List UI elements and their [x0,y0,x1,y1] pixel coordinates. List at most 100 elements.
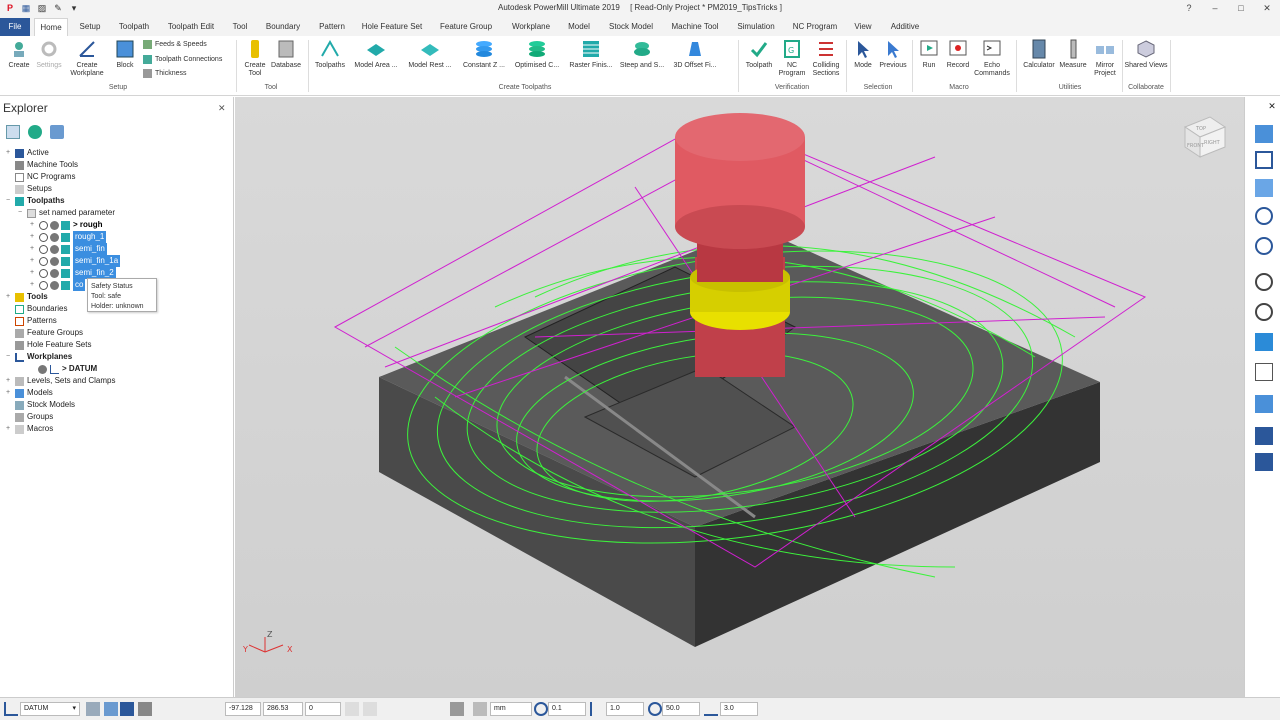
check-icon[interactable] [39,244,48,254]
colliding-sections-button[interactable]: Colliding Sections [806,38,846,78]
view-cube-icon[interactable] [1255,179,1273,197]
nc-program-verify-button[interactable]: G NC Program [774,38,810,78]
tree-node-folder[interactable]: − set named parameter [16,207,115,219]
tree-node-stock-models[interactable]: Stock Models [4,399,75,411]
create-tool-button[interactable]: Create Tool [238,38,272,78]
coord-z-field[interactable]: 0 [305,702,341,716]
workplane-tool-icon[interactable] [86,702,100,716]
tree-node-setups[interactable]: Setups [4,183,52,195]
tree-node-models[interactable]: + Models [4,387,53,399]
select-icon[interactable] [1255,427,1273,445]
check-icon[interactable] [39,256,48,266]
wireframe-icon[interactable] [1255,363,1273,381]
bulb-icon[interactable] [50,268,59,278]
transform-icon[interactable] [120,702,134,716]
close-button[interactable]: ✕ [1254,0,1280,16]
toolpath-verify-button[interactable]: Toolpath [740,38,778,70]
expand-icon[interactable]: + [28,231,36,243]
expand-icon[interactable]: + [28,255,36,267]
expand-icon[interactable]: + [28,219,36,231]
zoom-icon[interactable] [1255,207,1273,225]
mirror-project-button[interactable]: Mirror Project [1086,38,1124,78]
shaded-icon[interactable] [1255,333,1273,351]
zoom-in-icon[interactable] [1255,273,1273,291]
optimised-constant-z-button[interactable]: Optimised C... [510,38,564,70]
tree-node-toolpaths[interactable]: − Toolpaths [4,195,65,207]
database-button[interactable]: Database [268,38,304,70]
view-cube[interactable]: TOP FRONT RIGHT [1183,116,1227,158]
tree-node-levels[interactable]: + Levels, Sets and Clamps [4,375,116,387]
tree-node-tools[interactable]: + Tools [4,291,48,303]
coord-x-field[interactable]: -97.128 [225,702,261,716]
bulb-icon[interactable] [38,364,47,374]
tree-view-icon[interactable] [6,125,20,139]
raster-finishing-button[interactable]: Raster Finis... [564,38,618,70]
close-icon[interactable]: ✕ [218,103,226,114]
tab-workplane[interactable]: Workplane [508,18,554,36]
tree-node-toolpath-co[interactable]: + co [28,279,86,291]
globe-icon[interactable] [28,125,42,139]
steep-shallow-button[interactable]: Steep and S... [616,38,668,70]
tab-machine-tool[interactable]: Machine Tool [668,18,722,36]
shared-views-button[interactable]: Shared Views [1124,38,1168,70]
view-iso-icon[interactable] [1255,125,1273,143]
tab-simulation[interactable]: Simulation [734,18,778,36]
toolpaths-button[interactable]: Toolpaths [310,38,350,70]
block-button[interactable]: Block [106,38,144,70]
view-box-icon[interactable] [1255,151,1273,169]
pointer-icon[interactable] [1255,453,1273,471]
tab-additive[interactable]: Additive [886,18,924,36]
tree-node-feature-groups[interactable]: Feature Groups [4,327,83,339]
help-icon[interactable]: ? [1176,0,1202,16]
3d-viewport[interactable]: Z X Y TOP FRONT RIGHT [235,97,1244,697]
check-icon[interactable] [39,268,48,278]
tab-tool[interactable]: Tool [228,18,252,36]
angle-icon[interactable] [704,702,718,716]
bulb-icon[interactable] [50,244,59,254]
bulb-icon[interactable] [50,220,59,230]
bulb-icon[interactable] [50,280,59,290]
thickness-icon[interactable] [590,702,604,716]
tab-feature-group[interactable]: Feature Group [436,18,496,36]
offset-3d-button[interactable]: 3D Offset Fi... [668,38,722,70]
workplane-select[interactable]: DATUM ▾ [20,702,80,716]
expand-icon[interactable]: + [4,291,12,303]
tree-node-datum[interactable]: > DATUM [38,363,97,375]
tree-node-workplanes[interactable]: − Workplanes [4,351,72,363]
tree-node-groups[interactable]: Groups [4,411,53,423]
tab-file[interactable]: File [0,18,30,36]
tab-pattern[interactable]: Pattern [314,18,350,36]
thickness-field[interactable]: 1.0 [606,702,644,716]
stepover-icon[interactable] [648,702,662,716]
expand-icon[interactable]: + [4,147,12,159]
tree-node-boundaries[interactable]: Boundaries [4,303,67,315]
units-field[interactable]: mm [490,702,532,716]
angle-field[interactable]: 3.0 [720,702,758,716]
echo-commands-button[interactable]: Echo Commands [972,38,1012,78]
settings-button[interactable]: Settings [30,38,68,70]
tree-node-macros[interactable]: + Macros [4,423,53,435]
expand-icon[interactable]: + [28,279,36,291]
close-icon[interactable]: ✕ [1267,101,1277,111]
expand-icon[interactable]: + [28,267,36,279]
create-workplane-button[interactable]: Create Workplane [64,38,110,78]
tab-home[interactable]: Home [34,18,68,36]
edit-icon[interactable] [345,702,359,716]
tolerance-icon[interactable] [534,702,548,716]
tab-nc-program[interactable]: NC Program [790,18,840,36]
tab-setup[interactable]: Setup [74,18,106,36]
tree-node-toolpath-semi-fin-1a[interactable]: + semi_fin_1a [28,255,121,267]
bulb-icon[interactable] [50,256,59,266]
tree-node-patterns[interactable]: Patterns [4,315,57,327]
check-icon[interactable] [39,280,48,290]
collapse-icon[interactable]: − [16,207,24,219]
model-rest-button[interactable]: Model Rest ... [404,38,456,70]
check-icon[interactable] [39,232,48,242]
previous-button[interactable]: Previous [874,38,912,70]
refresh-view-icon[interactable] [1255,237,1273,255]
tree-node-nc-programs[interactable]: NC Programs [4,171,75,183]
tab-hole-feature-set[interactable]: Hole Feature Set [360,18,424,36]
check-icon[interactable] [39,220,48,230]
tab-toolpath[interactable]: Toolpath [114,18,154,36]
tab-view[interactable]: View [850,18,876,36]
